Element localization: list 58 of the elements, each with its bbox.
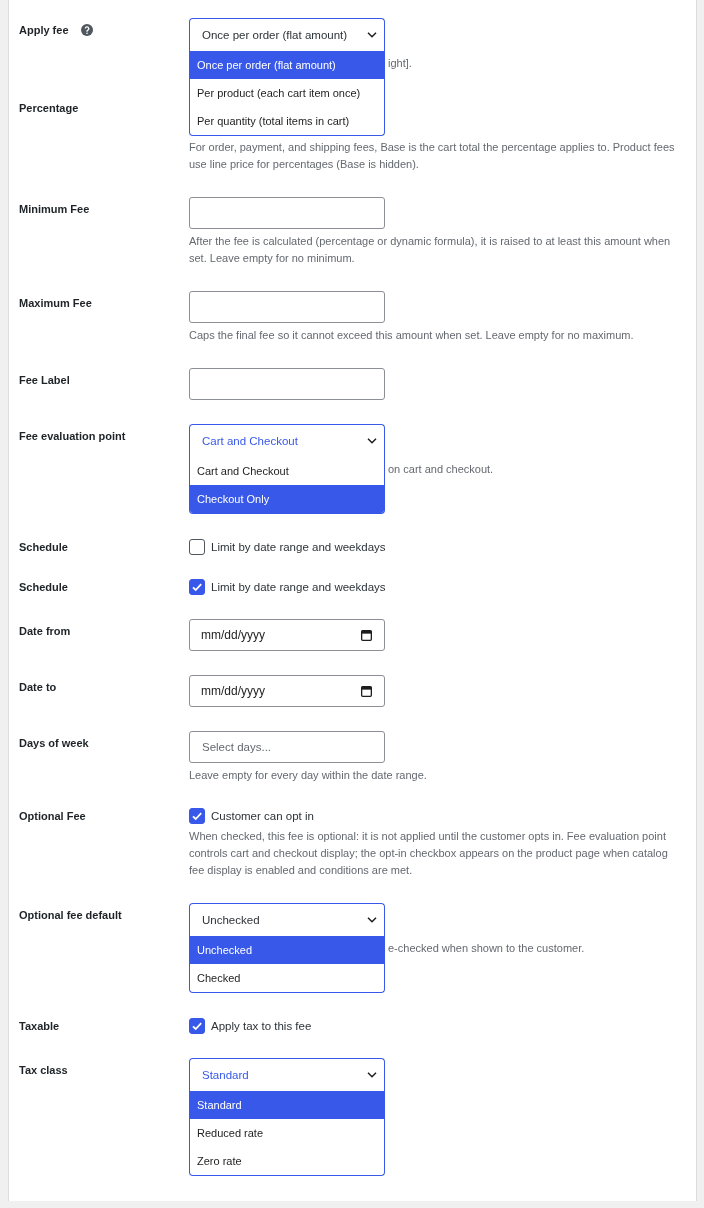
- help-text: Leave empty for every day within the date range.: [189, 768, 428, 783]
- field-label: Date from: [19, 624, 71, 639]
- field-label: Apply fee: [19, 23, 69, 38]
- field-label: Taxable: [19, 1019, 60, 1034]
- chevron-down-icon: [367, 438, 377, 444]
- field-label: Schedule: [19, 540, 68, 555]
- checkbox-label: Customer can opt in: [211, 809, 314, 824]
- field-label: Days of week: [19, 736, 89, 751]
- dropdown-option[interactable]: Checkout Only: [190, 485, 384, 513]
- text-field[interactable]: [189, 368, 385, 400]
- field-label: Fee evaluation point: [19, 429, 126, 444]
- dropdown[interactable]: Once per order (flat amount): [189, 18, 385, 51]
- dropdown-option[interactable]: Unchecked: [190, 936, 384, 964]
- help-text: For order, payment, and shipping fees, Base is the cart total the percentage applies to. Product fees use line price for percentages (Base is hidden).: [189, 140, 676, 172]
- dropdown[interactable]: Cart and Checkout: [189, 424, 385, 457]
- text-field[interactable]: [189, 197, 385, 229]
- field-label: Percentage: [19, 101, 79, 116]
- help-text: When checked, this fee is optional: it is not applied until the customer opts in. Fee evaluation point controls cart and checkout display; the opt-in checkbox appears on the product page when catalog fee display is enabled and conditions are met.: [189, 829, 669, 878]
- dropdown-option[interactable]: Once per order (flat amount): [190, 51, 384, 79]
- chevron-down-icon: [367, 32, 377, 38]
- date-field[interactable]: mm/dd/yyyy: [189, 675, 385, 707]
- help-text: on cart and checkout.: [388, 462, 495, 477]
- help-text: e-checked when shown to the customer.: [388, 941, 586, 956]
- dropdown-option[interactable]: Per quantity (total items in cart): [190, 107, 384, 135]
- help-icon[interactable]: [80, 24, 93, 36]
- field-label: Optional fee default: [19, 908, 122, 923]
- field-label: Optional Fee: [19, 809, 86, 824]
- chevron-down-icon: [367, 1072, 377, 1078]
- field-label: Minimum Fee: [19, 202, 90, 217]
- help-text: ight].: [388, 56, 413, 71]
- checkbox[interactable]: [189, 1018, 205, 1034]
- field-label: Schedule: [19, 580, 68, 595]
- dropdown-option[interactable]: Zero rate: [190, 1147, 384, 1175]
- chevron-down-icon: [367, 917, 377, 923]
- field-label: Maximum Fee: [19, 296, 92, 311]
- dropdown-option[interactable]: Standard: [190, 1091, 384, 1119]
- help-text: Caps the final fee so it cannot exceed this amount when set. Leave empty for no maximum.: [189, 328, 635, 343]
- checkbox[interactable]: [189, 539, 205, 555]
- dropdown-option[interactable]: Cart and Checkout: [190, 457, 384, 485]
- text-field[interactable]: Select days...: [189, 731, 385, 763]
- calendar-icon[interactable]: [361, 629, 372, 641]
- dropdown-option[interactable]: Reduced rate: [190, 1119, 384, 1147]
- text-field[interactable]: [189, 291, 385, 323]
- checkbox-label: Limit by date range and weekdays: [211, 540, 386, 555]
- checkbox[interactable]: [189, 808, 205, 824]
- calendar-icon[interactable]: [361, 685, 372, 697]
- checkbox-label: Limit by date range and weekdays: [211, 580, 386, 595]
- help-text: After the fee is calculated (percentage or dynamic formula), it is raised to at least this amount when set. Leave empty for no minimum.: [189, 234, 672, 266]
- dropdown-option[interactable]: Per product (each cart item once): [190, 79, 384, 107]
- date-field[interactable]: mm/dd/yyyy: [189, 619, 385, 651]
- dropdown[interactable]: Standard: [189, 1058, 385, 1091]
- checkbox[interactable]: [189, 579, 205, 595]
- field-label: Fee Label: [19, 373, 70, 388]
- field-label: Date to: [19, 680, 57, 695]
- checkbox-label: Apply tax to this fee: [211, 1019, 312, 1034]
- field-label: Tax class: [19, 1063, 68, 1078]
- dropdown-option[interactable]: Checked: [190, 964, 384, 992]
- dropdown[interactable]: Unchecked: [189, 903, 385, 936]
